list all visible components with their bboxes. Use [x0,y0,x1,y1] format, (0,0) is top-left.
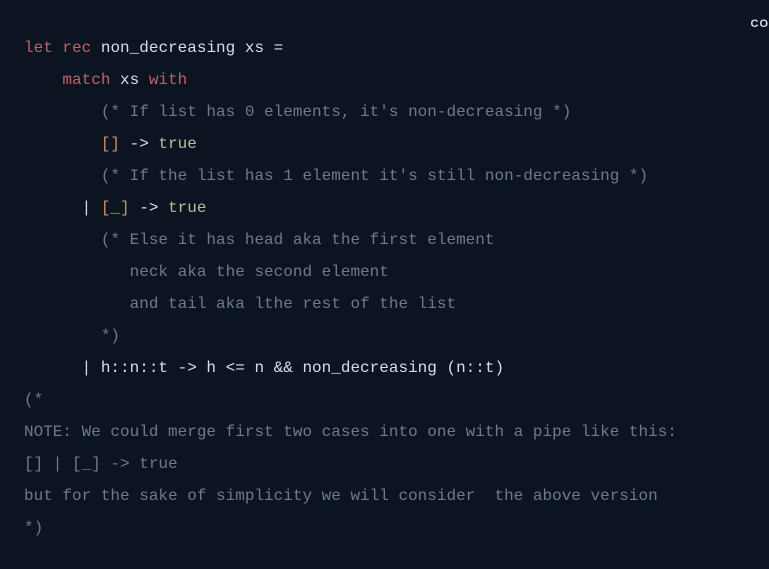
comment: (* Else it has head aka the first elemen… [101,231,495,249]
indent [24,327,101,345]
comment-open: (* [24,391,43,409]
keyword-with: with [149,71,187,89]
indent [24,295,130,313]
pattern-match: | h::n::t -> h <= n && non_decreasing (n… [82,359,504,377]
indent [24,135,101,153]
code-block: let rec non_decreasing xs = match xs wit… [0,0,769,544]
bool-true: true [168,199,206,217]
indent [24,167,101,185]
comment-close: *) [24,519,43,537]
param-xs: xs [110,71,148,89]
comment: *) [101,327,120,345]
comment-reason: but for the sake of simplicity we will c… [24,487,658,505]
keyword-rec: rec [62,39,91,57]
comment-example: [] | [_] -> true [24,455,178,473]
indent [24,103,101,121]
keyword-match: match [62,71,110,89]
pipe-pattern: | [24,199,101,217]
indent [24,359,82,377]
function-signature: non_decreasing xs = [91,39,283,57]
bool-true: true [158,135,196,153]
comment-note: NOTE: We could merge first two cases int… [24,423,677,441]
arrow: -> [120,135,158,153]
empty-list: [] [101,135,120,153]
comment: and tail aka lthe rest of the list [130,295,456,313]
comment: (* If the list has 1 element it's still … [101,167,648,185]
copy-button[interactable]: CO [751,8,769,40]
comment: (* If list has 0 elements, it's non-decr… [101,103,571,121]
indent [24,231,101,249]
indent [24,263,130,281]
keyword-let: let [24,39,53,57]
comment: neck aka the second element [130,263,389,281]
indent [24,71,62,89]
single-list: [_] [101,199,130,217]
arrow: -> [130,199,168,217]
